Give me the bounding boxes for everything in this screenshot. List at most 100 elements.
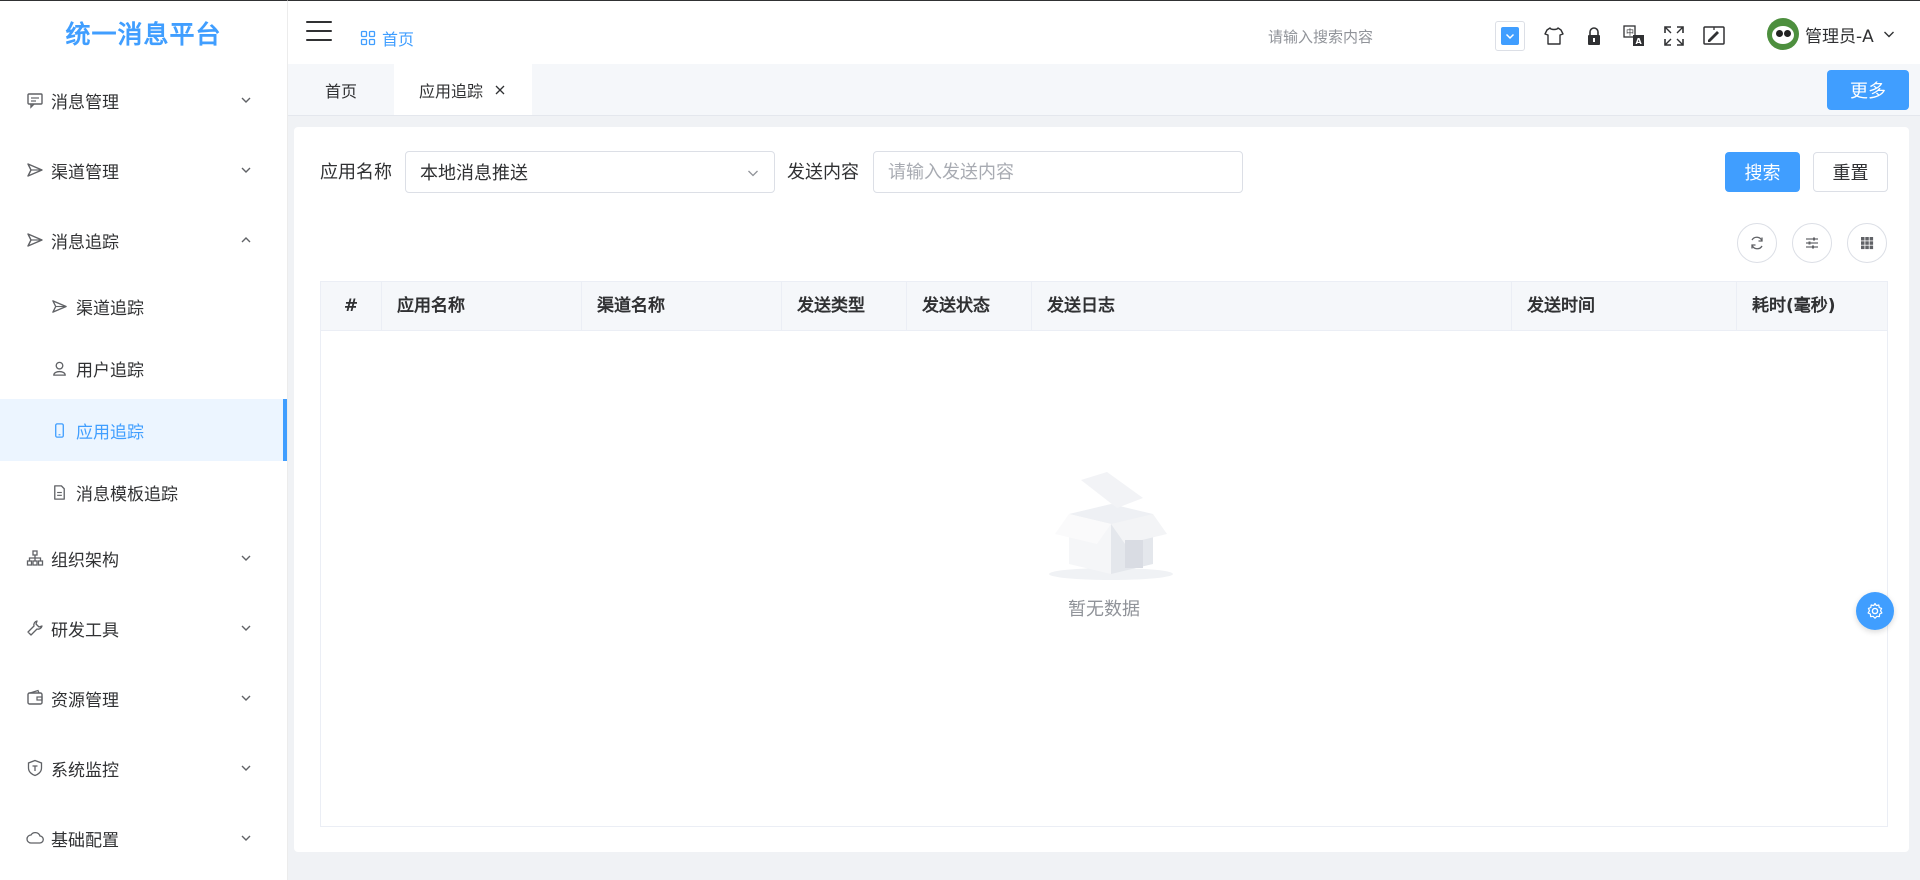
- user-icon: [50, 359, 68, 377]
- grid-icon: [360, 30, 376, 46]
- theme-shirt-icon[interactable]: [1541, 23, 1567, 49]
- content-card: 应用名称 本地消息推送 发送内容 搜索 重置 # 应用名称 渠道名称 发送类型 …: [294, 127, 1909, 852]
- sidebar-item-label: 组织架构: [51, 550, 119, 571]
- sidebar-item-label: 渠道管理: [51, 162, 119, 183]
- wrench-icon: [25, 618, 45, 638]
- send-content-label: 发送内容: [787, 162, 859, 183]
- avatar: [1767, 18, 1799, 50]
- sidebar-item-label: 资源管理: [51, 690, 119, 711]
- sidebar-item-label: 基础配置: [51, 830, 119, 851]
- chevron-down-icon: [241, 835, 251, 841]
- tab-bar: 首页 应用追踪 更多: [288, 64, 1920, 116]
- send-icon: [25, 160, 45, 180]
- refresh-button[interactable]: [1737, 223, 1777, 263]
- translate-icon[interactable]: 中A: [1621, 23, 1647, 49]
- tab-home[interactable]: 首页: [288, 64, 394, 115]
- user-menu[interactable]: 管理员-A: [1767, 18, 1896, 50]
- table-header: # 应用名称 渠道名称 发送类型 发送状态 发送日志 发送时间 耗时(毫秒): [321, 282, 1887, 331]
- phone-icon: [50, 421, 68, 439]
- chevron-down-icon: [241, 167, 251, 173]
- tab-label: 应用追踪: [419, 81, 484, 101]
- sidebar-item-organization[interactable]: 组织架构: [0, 523, 287, 593]
- floating-settings-button[interactable]: [1856, 592, 1894, 630]
- send-icon: [25, 230, 45, 250]
- chevron-down-icon: [241, 97, 251, 103]
- tab-label: 首页: [324, 81, 357, 101]
- sidebar-item-label: 消息管理: [51, 92, 119, 113]
- send-content-input[interactable]: [873, 151, 1243, 193]
- shield-icon: [25, 758, 45, 778]
- sidebar-item-label: 消息追踪: [51, 232, 119, 253]
- filter-settings-button[interactable]: [1792, 223, 1832, 263]
- sliders-icon: [1806, 237, 1818, 249]
- column-header-app-name: 应用名称: [382, 282, 582, 330]
- chevron-down-icon: [241, 695, 251, 701]
- message-icon: [25, 90, 45, 110]
- data-table: # 应用名称 渠道名称 发送类型 发送状态 发送日志 发送时间 耗时(毫秒) 暂…: [320, 281, 1888, 827]
- gear-icon: [1867, 602, 1883, 619]
- app-name-select[interactable]: 本地消息推送: [405, 151, 775, 193]
- column-header-channel-name: 渠道名称: [582, 282, 782, 330]
- sidebar-subitem-label: 应用追踪: [76, 422, 144, 443]
- column-grid-button[interactable]: [1847, 223, 1887, 263]
- document-icon: [50, 483, 68, 501]
- cloud-icon: [25, 828, 45, 848]
- sidebar-subitem-template-tracking[interactable]: 消息模板追踪: [0, 461, 287, 523]
- column-header-send-log: 发送日志: [1032, 282, 1512, 330]
- hamburger-menu-icon[interactable]: [306, 21, 332, 43]
- sidebar-item-channel-management[interactable]: 渠道管理: [0, 135, 287, 205]
- fullscreen-icon[interactable]: [1661, 23, 1687, 49]
- wallet-icon: [25, 688, 45, 708]
- sidebar-subitem-label: 用户追踪: [76, 360, 144, 381]
- sidebar-subitem-label: 渠道追踪: [76, 298, 144, 319]
- global-search-input[interactable]: [1268, 25, 1468, 49]
- sidebar-subitem-app-tracking[interactable]: 应用追踪: [0, 399, 287, 461]
- column-header-send-status: 发送状态: [907, 282, 1032, 330]
- sidebar-item-label: 研发工具: [51, 620, 119, 641]
- empty-state: 暂无数据: [321, 331, 1887, 827]
- chevron-down-icon: [1505, 33, 1515, 40]
- grid-icon: [1861, 237, 1874, 250]
- column-header-index: #: [321, 282, 382, 330]
- empty-text: 暂无数据: [1068, 599, 1140, 620]
- app-logo-title: 统一消息平台: [65, 20, 222, 49]
- chevron-down-icon: [748, 170, 758, 177]
- column-header-duration: 耗时(毫秒): [1752, 296, 1836, 316]
- sidebar-item-message-management[interactable]: 消息管理: [0, 65, 287, 135]
- username: 管理员-A: [1805, 26, 1874, 47]
- sidebar-subitem-channel-tracking[interactable]: 渠道追踪: [0, 275, 287, 337]
- sidebar-item-label: 系统监控: [51, 760, 119, 781]
- breadcrumb-label: 首页: [382, 30, 415, 49]
- sidebar: 统一消息平台 消息管理 渠道管理 消息追踪 渠道追踪 用户追踪 应用追踪 消息模…: [0, 0, 288, 880]
- svg-text:中: 中: [1626, 27, 1634, 37]
- sidebar-item-message-tracking[interactable]: 消息追踪: [0, 205, 287, 275]
- chevron-down-icon: [1883, 31, 1894, 38]
- sidebar-item-dev-tools[interactable]: 研发工具: [0, 593, 287, 663]
- breadcrumb[interactable]: 首页: [360, 26, 414, 50]
- chevron-down-icon: [241, 555, 251, 561]
- refresh-icon: [1751, 236, 1763, 250]
- close-icon[interactable]: [493, 83, 507, 97]
- sidebar-subitem-label: 消息模板追踪: [76, 484, 178, 505]
- empty-box-icon: [1049, 472, 1173, 580]
- sidebar-item-system-monitor[interactable]: 系统监控: [0, 733, 287, 803]
- send-icon: [50, 297, 68, 315]
- lock-icon[interactable]: [1581, 23, 1607, 49]
- more-button[interactable]: 更多: [1827, 70, 1909, 110]
- column-header-send-time: 发送时间: [1512, 282, 1737, 330]
- screen-edit-icon[interactable]: [1701, 23, 1727, 49]
- sidebar-item-base-config[interactable]: 基础配置: [0, 803, 287, 873]
- chevron-down-icon: [241, 765, 251, 771]
- chevron-up-icon: [241, 237, 251, 243]
- app-name-label: 应用名称: [320, 162, 392, 183]
- column-header-send-type: 发送类型: [782, 282, 907, 330]
- sidebar-subitem-user-tracking[interactable]: 用户追踪: [0, 337, 287, 399]
- chevron-down-icon: [241, 625, 251, 631]
- svg-text:A: A: [1636, 37, 1643, 46]
- sidebar-item-resource-management[interactable]: 资源管理: [0, 663, 287, 733]
- reset-button[interactable]: 重置: [1813, 152, 1888, 192]
- tab-app-tracking[interactable]: 应用追踪: [394, 64, 532, 115]
- search-button[interactable]: 搜索: [1725, 152, 1800, 192]
- dropdown-toggle-checkbox[interactable]: [1495, 21, 1525, 51]
- top-header: 首页 中A 管理员-A: [288, 0, 1920, 64]
